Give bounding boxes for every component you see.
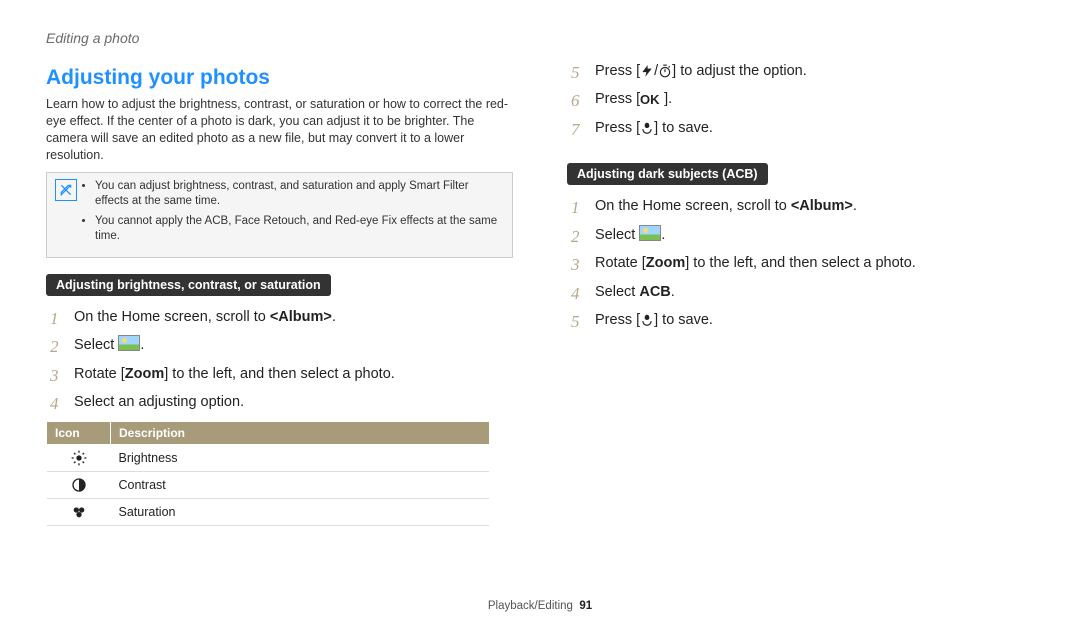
steps-left: On the Home screen, scroll to <Album>. S… [46, 306, 513, 414]
step: Select . [46, 334, 513, 356]
saturation-icon [47, 499, 111, 526]
table-header-desc: Description [111, 422, 490, 445]
table-row: Saturation [47, 499, 490, 526]
step-text: ] to save. [654, 120, 713, 136]
svg-text:OK: OK [640, 92, 660, 106]
page-footer: Playback/Editing 91 [0, 600, 1080, 612]
table-header-icon: Icon [47, 422, 111, 445]
step: Select an adjusting option. [46, 391, 513, 413]
table-cell: Contrast [111, 472, 490, 499]
step-text: Press [ [595, 312, 640, 328]
subheading-acb: Adjusting dark subjects (ACB) [567, 163, 768, 185]
step-text: Rotate [ [74, 366, 125, 382]
breadcrumb: Editing a photo [46, 30, 1034, 46]
note-item: You cannot apply the ACB, Face Retouch, … [95, 214, 504, 245]
ok-icon: OK [640, 92, 664, 106]
step-text: ] to the left, and then select a photo. [685, 255, 916, 271]
table-cell: Brightness [111, 445, 490, 472]
note-icon [55, 179, 81, 249]
step: Press [OK]. [567, 88, 1034, 110]
flash-icon [640, 64, 654, 78]
step-text: ] to adjust the option. [672, 63, 807, 79]
steps-right-acb: On the Home screen, scroll to <Album>. S… [567, 195, 1034, 331]
step-text: . [671, 284, 675, 300]
brightness-icon [47, 445, 111, 472]
footer-section: Playback/Editing [488, 600, 573, 612]
step-text: On the Home screen, scroll to [74, 309, 270, 325]
step-text: Rotate [ [595, 255, 646, 271]
step-text: ]. [664, 91, 672, 107]
contrast-icon [47, 472, 111, 499]
step-text: Press [ [595, 91, 640, 107]
step-strong: <Album> [791, 198, 853, 214]
step: Press [/] to adjust the option. [567, 60, 1034, 82]
step: Rotate [Zoom] to the left, and then sele… [567, 252, 1034, 274]
step-text: Select [595, 284, 639, 300]
step: Select . [567, 224, 1034, 246]
subheading-adjust-bcs: Adjusting brightness, contrast, or satur… [46, 274, 331, 296]
step-text: Select [595, 227, 639, 243]
step-text: . [853, 198, 857, 214]
note-item: You can adjust brightness, contrast, and… [95, 179, 504, 210]
step-text: Press [ [595, 120, 640, 136]
step-text: . [140, 337, 144, 353]
step: Select ACB. [567, 281, 1034, 303]
step-text: Select an adjusting option. [74, 394, 244, 410]
table-cell: Saturation [111, 499, 490, 526]
step-text: ] to the left, and then select a photo. [164, 366, 395, 382]
step: On the Home screen, scroll to <Album>. [567, 195, 1034, 217]
table-row: Contrast [47, 472, 490, 499]
footer-page-number: 91 [579, 600, 592, 612]
macro-icon [640, 313, 654, 327]
step-strong: Zoom [646, 255, 685, 271]
step-text: Select [74, 337, 118, 353]
adjust-options-table: Icon Description Brightness Contrast [46, 421, 490, 526]
intro-text: Learn how to adjust the brightness, cont… [46, 96, 513, 164]
album-icon [639, 225, 661, 241]
step-text: Press [ [595, 63, 640, 79]
album-icon [118, 335, 140, 351]
note-box: You can adjust brightness, contrast, and… [46, 172, 513, 258]
step-text: . [661, 227, 665, 243]
steps-right-top: Press [/] to adjust the option. Press [O… [567, 60, 1034, 139]
step-strong: ACB [639, 284, 670, 300]
step: Rotate [Zoom] to the left, and then sele… [46, 363, 513, 385]
step: Press [ ] to save. [567, 309, 1034, 331]
timer-icon [658, 64, 672, 78]
step-text: . [332, 309, 336, 325]
step: Press [ ] to save. [567, 117, 1034, 139]
step-strong: <Album> [270, 309, 332, 325]
section-title: Adjusting your photos [46, 66, 513, 90]
macro-icon [640, 121, 654, 135]
table-row: Brightness [47, 445, 490, 472]
step: On the Home screen, scroll to <Album>. [46, 306, 513, 328]
step-text: On the Home screen, scroll to [595, 198, 791, 214]
step-text: ] to save. [654, 312, 713, 328]
step-strong: Zoom [125, 366, 164, 382]
